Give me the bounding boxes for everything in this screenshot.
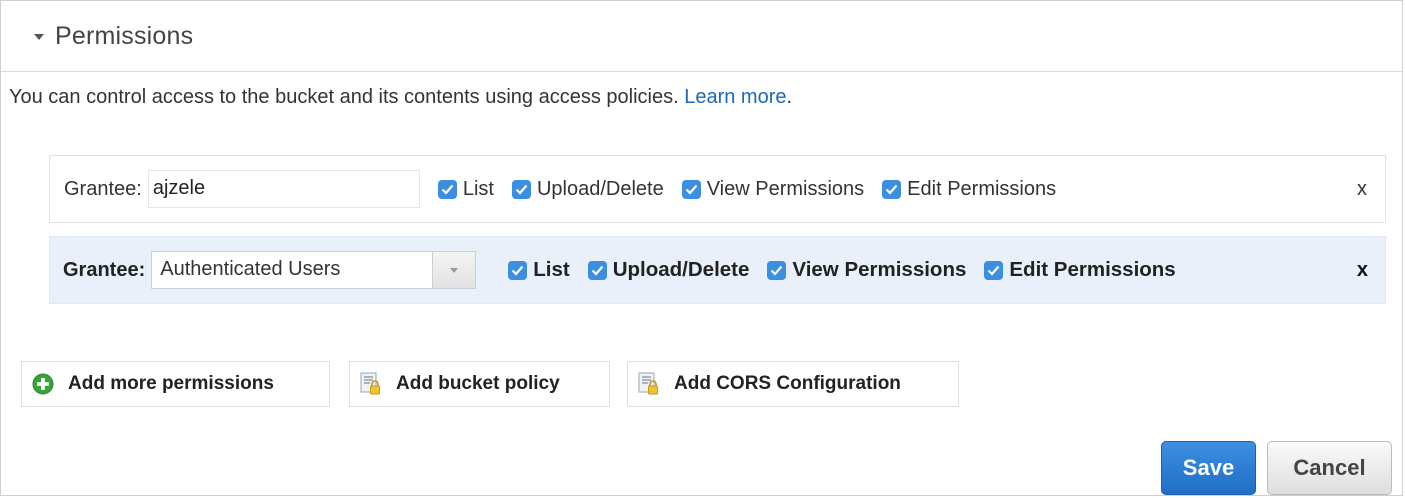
grantee-select-value: Authenticated Users bbox=[160, 258, 341, 280]
permission-list-checkbox[interactable]: List bbox=[508, 258, 570, 282]
permission-label: List bbox=[462, 177, 494, 200]
cancel-button[interactable]: Cancel bbox=[1267, 441, 1392, 495]
checkbox-checked-icon[interactable] bbox=[882, 179, 902, 199]
permission-edit-checkbox[interactable]: Edit Permissions bbox=[984, 258, 1176, 282]
grantee-input[interactable]: ajzele bbox=[147, 170, 420, 208]
grantee-label: Grantee: bbox=[64, 177, 142, 200]
remove-grant-button[interactable]: x bbox=[1357, 178, 1367, 201]
grantee-label: Grantee: bbox=[63, 258, 146, 281]
checkbox-checked-icon[interactable] bbox=[681, 179, 701, 199]
intro-body: You can control access to the bucket and… bbox=[9, 86, 685, 108]
action-label: Add bucket policy bbox=[396, 373, 560, 394]
grant-row-1: Grantee: ajzele List Upload/Delete View … bbox=[49, 155, 1386, 223]
permission-label: List bbox=[533, 258, 570, 281]
learn-more-link[interactable]: Learn more bbox=[684, 86, 786, 108]
add-cors-configuration-button[interactable]: Add CORS Configuration bbox=[627, 361, 959, 407]
add-bucket-policy-button[interactable]: Add bucket policy bbox=[349, 361, 610, 407]
permission-list-checkbox[interactable]: List bbox=[437, 177, 494, 201]
section-title: Permissions bbox=[55, 21, 194, 50]
grantee-select[interactable]: Authenticated Users bbox=[151, 251, 477, 289]
action-label: Add more permissions bbox=[68, 373, 274, 394]
permissions-panel: Permissions You can control access to th… bbox=[0, 0, 1403, 496]
policy-document-lock-icon bbox=[638, 372, 658, 395]
checkbox-checked-icon[interactable] bbox=[767, 260, 787, 280]
action-label: Add CORS Configuration bbox=[674, 373, 901, 394]
policy-document-lock-icon bbox=[360, 372, 380, 395]
permissions-header[interactable]: Permissions bbox=[1, 1, 1402, 72]
permission-label: Edit Permissions bbox=[1009, 258, 1176, 281]
permission-upload-delete-checkbox[interactable]: Upload/Delete bbox=[587, 258, 750, 282]
permission-edit-checkbox[interactable]: Edit Permissions bbox=[882, 178, 1056, 201]
permission-label: View Permissions bbox=[706, 177, 865, 200]
permission-label: View Permissions bbox=[792, 258, 967, 281]
checkbox-checked-icon[interactable] bbox=[984, 260, 1004, 280]
caret-down-icon[interactable] bbox=[34, 34, 44, 40]
intro-period: . bbox=[786, 86, 793, 108]
checkbox-checked-icon[interactable] bbox=[508, 260, 528, 280]
permission-label: Edit Permissions bbox=[907, 177, 1057, 200]
add-more-permissions-button[interactable]: Add more permissions bbox=[21, 361, 330, 407]
dropdown-arrow-icon[interactable] bbox=[432, 252, 476, 288]
save-button[interactable]: Save bbox=[1161, 441, 1256, 495]
permission-label: Upload/Delete bbox=[536, 177, 664, 200]
intro-text: You can control access to the bucket and… bbox=[9, 86, 792, 109]
plus-circle-icon bbox=[32, 373, 54, 395]
checkbox-checked-icon[interactable] bbox=[437, 179, 457, 199]
remove-grant-button[interactable]: x bbox=[1357, 259, 1368, 282]
checkbox-checked-icon[interactable] bbox=[511, 179, 531, 199]
grant-row-2: Grantee: Authenticated Users List Upload… bbox=[49, 236, 1386, 304]
permission-label: Upload/Delete bbox=[612, 258, 750, 281]
permission-upload-delete-checkbox[interactable]: Upload/Delete bbox=[511, 177, 664, 201]
permission-view-checkbox[interactable]: View Permissions bbox=[767, 258, 966, 282]
permission-view-checkbox[interactable]: View Permissions bbox=[681, 177, 865, 201]
checkbox-checked-icon[interactable] bbox=[587, 260, 607, 280]
